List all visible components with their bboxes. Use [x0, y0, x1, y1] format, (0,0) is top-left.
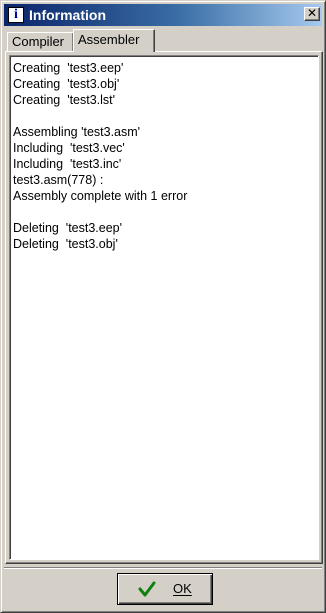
information-dialog: i Information ✕ Compiler Assembler Creat…	[0, 0, 326, 613]
tab-assembler[interactable]: Assembler	[73, 29, 155, 52]
log-line: Deleting 'test3.obj'	[13, 237, 118, 251]
tab-strip: Compiler Assembler	[5, 29, 321, 52]
close-icon: ✕	[306, 6, 318, 20]
tab-compiler-label: Compiler	[12, 34, 65, 49]
info-icon: i	[8, 7, 24, 23]
button-bar: OK	[4, 567, 322, 610]
log-line: Creating 'test3.obj'	[13, 77, 120, 91]
ok-button-label: OK	[173, 581, 192, 596]
close-button[interactable]: ✕	[304, 7, 320, 21]
checkmark-icon	[138, 581, 156, 597]
window-title: Information	[29, 7, 106, 23]
log-line: Creating 'test3.eep'	[13, 61, 124, 75]
log-line: Deleting 'test3.eep'	[13, 221, 123, 235]
ok-button[interactable]: OK	[117, 573, 213, 605]
tab-assembler-label: Assembler	[78, 32, 140, 47]
assembler-output-log[interactable]: Creating 'test3.eep' Creating 'test3.obj…	[9, 55, 319, 560]
log-line: Assembly complete with 1 error	[13, 189, 188, 203]
log-line: Including 'test3.inc'	[13, 157, 122, 171]
tab-compiler[interactable]: Compiler	[7, 32, 74, 51]
log-line: Including 'test3.vec'	[13, 141, 125, 155]
title-bar[interactable]: i Information ✕	[4, 4, 322, 26]
log-line: Assembling 'test3.asm'	[13, 125, 141, 139]
log-line: test3.asm(778) :	[13, 173, 104, 187]
log-line: Creating 'test3.lst'	[13, 93, 116, 107]
assembler-panel: Creating 'test3.eep' Creating 'test3.obj…	[5, 51, 323, 564]
